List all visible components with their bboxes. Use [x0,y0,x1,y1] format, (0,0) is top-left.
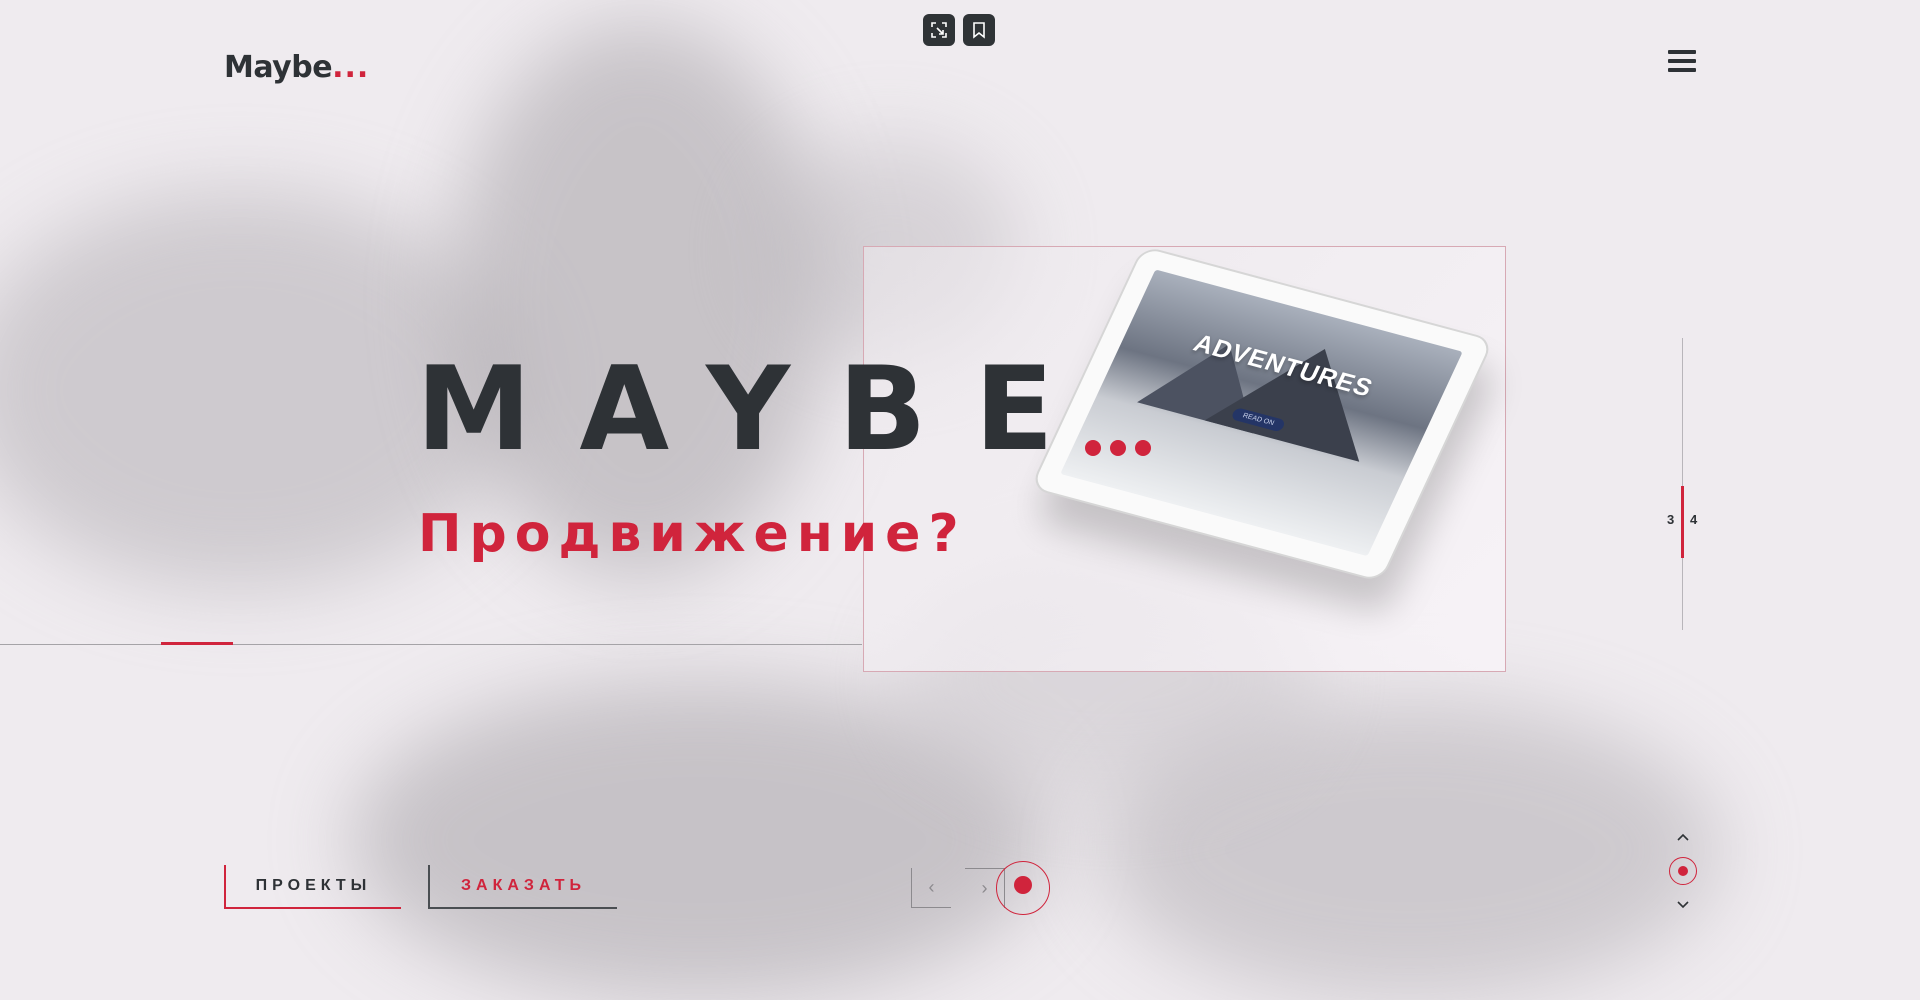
bookmark-icon [973,22,985,39]
smoke-background [450,20,830,580]
chevron-up-icon [1677,833,1689,841]
progress-line [0,644,862,645]
menu-bar [1668,59,1696,63]
scroll-up-button[interactable] [1672,829,1694,845]
chevron-down-icon [1677,901,1689,909]
autoplay-dot[interactable] [1014,876,1032,894]
chevron-right-icon: › [981,878,988,898]
scroll-down-button[interactable] [1672,897,1694,913]
slide-track [1682,338,1683,630]
site-logo[interactable]: Maybe... [224,50,369,85]
slide-track-accent [1681,486,1684,558]
projects-button[interactable]: ПРОЕКТЫ [224,865,401,909]
scroll-dot [1678,866,1688,876]
next-slide-number[interactable]: 4 [1690,512,1697,527]
hamburger-menu-icon[interactable] [1668,50,1696,74]
logo-dots: ... [332,50,370,85]
prev-slide-button[interactable]: ‹ [911,868,951,908]
screenshot-button[interactable] [923,14,955,46]
hero-title: MAYBE [416,342,1102,477]
screenshot-icon [931,22,947,38]
menu-bar [1668,50,1696,54]
chevron-left-icon: ‹ [928,877,935,897]
hero-title-dots [1085,440,1151,456]
order-button[interactable]: ЗАКАЗАТЬ [428,865,617,909]
hero-subtitle: Продвижение? [418,504,967,564]
bookmark-button[interactable] [963,14,995,46]
scroll-indicator[interactable] [1669,857,1697,885]
logo-text: Maybe [224,50,333,85]
menu-bar [1668,68,1696,72]
current-slide-number: 3 [1667,512,1675,527]
progress-accent [161,642,233,645]
